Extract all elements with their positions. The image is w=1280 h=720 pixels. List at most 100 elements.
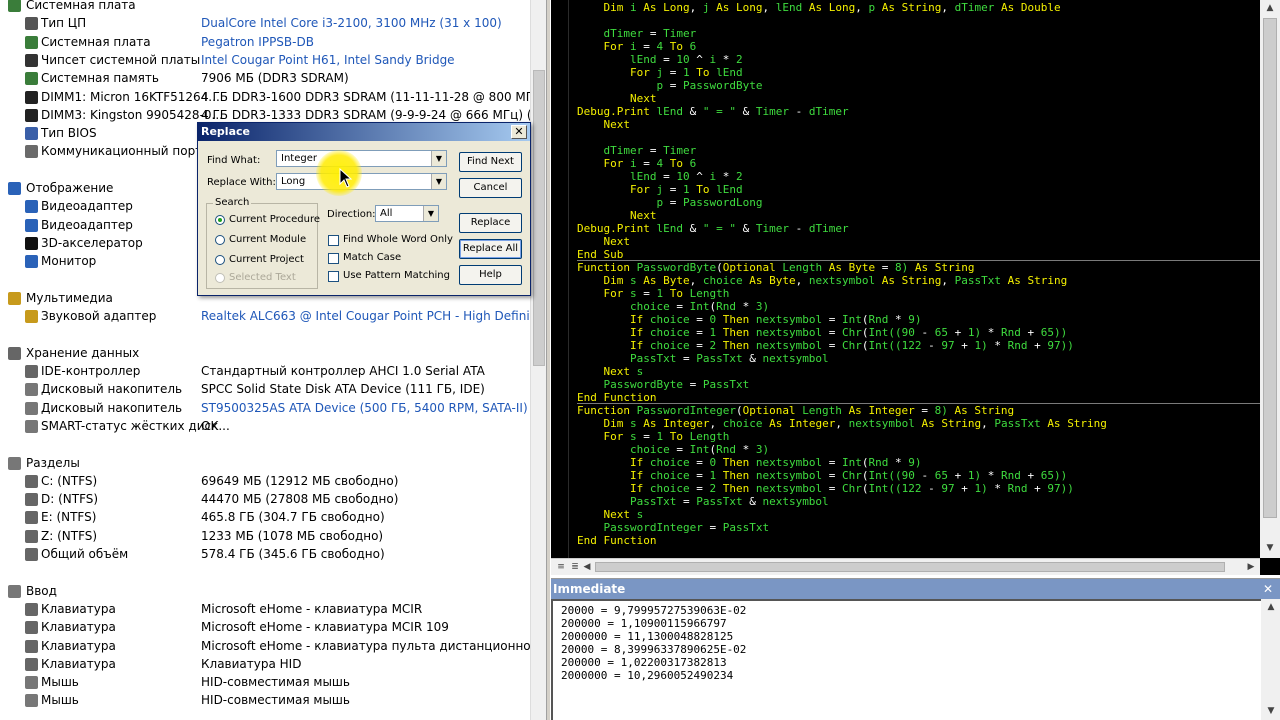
- scroll-down-arrow-icon[interactable]: ▼: [1264, 542, 1276, 554]
- code-line[interactable]: Next: [577, 118, 631, 131]
- code-line[interactable]: dTimer = Timer: [577, 27, 697, 40]
- whole-word-checkbox[interactable]: [328, 235, 339, 246]
- code-line[interactable]: If choice = 1 Then nextsymbol = Chr(Int(…: [577, 469, 1067, 482]
- info-field-link[interactable]: Realtek ALC663 @ Intel Cougar Point PCH …: [201, 309, 530, 323]
- info-panel-scroll-thumb[interactable]: [533, 70, 545, 366]
- code-line[interactable]: Next s: [577, 365, 644, 378]
- code-line[interactable]: For j = 1 To lEnd: [577, 66, 743, 79]
- code-line[interactable]: For i = 4 To 6: [577, 157, 697, 170]
- code-line[interactable]: Next: [577, 209, 657, 222]
- info-row[interactable]: Мышь HID-совместимая мышь: [0, 692, 530, 710]
- info-row[interactable]: Общий объём 578.4 ГБ (345.6 ГБ свободно): [0, 546, 530, 564]
- pattern-matching-checkbox[interactable]: [328, 271, 339, 282]
- help-button[interactable]: Help: [459, 265, 522, 285]
- info-field-link[interactable]: DualCore Intel Core i3-2100, 3100 MHz (3…: [201, 16, 502, 30]
- immediate-title-bar[interactable]: Immediate ✕: [551, 579, 1280, 599]
- info-row[interactable]: DIMM1: Micron 16KTF51264... 4 ГБ DDR3-160…: [0, 89, 530, 107]
- find-next-button[interactable]: Find Next: [459, 152, 522, 172]
- radio-current-project[interactable]: [215, 255, 225, 265]
- info-row[interactable]: Тип ЦП DualCore Intel Core i3-2100, 3100 …: [0, 15, 530, 33]
- scroll-left-arrow-icon[interactable]: ◀: [581, 561, 593, 573]
- close-icon[interactable]: ✕: [511, 125, 527, 139]
- code-line[interactable]: If choice = 0 Then nextsymbol = Int(Rnd …: [577, 313, 921, 326]
- info-row[interactable]: Системная плата Pegatron IPPSB-DB: [0, 34, 530, 52]
- info-row[interactable]: Звуковой адаптер Realtek ALC663 @ Intel C…: [0, 308, 530, 326]
- code-editor[interactable]: Dim i As Long, j As Long, lEnd As Long, …: [577, 0, 1260, 558]
- code-line[interactable]: Next: [577, 235, 631, 248]
- direction-select[interactable]: All ▼: [375, 205, 439, 222]
- code-line[interactable]: PasswordByte = PassTxt: [577, 378, 750, 391]
- chevron-down-icon[interactable]: ▼: [431, 151, 446, 166]
- info-row[interactable]: IDE-контроллер Стандартный контроллер AHC…: [0, 363, 530, 381]
- code-line[interactable]: Debug.Print lEnd & " = " & Timer - dTime…: [577, 105, 849, 118]
- code-line[interactable]: dTimer = Timer: [577, 144, 697, 157]
- code-line[interactable]: If choice = 1 Then nextsymbol = Chr(Int(…: [577, 326, 1067, 339]
- info-category[interactable]: Системная плата: [0, 0, 530, 15]
- scroll-up-arrow-icon[interactable]: ▲: [1264, 2, 1276, 14]
- find-what-combo[interactable]: Integer ▼: [276, 150, 447, 167]
- info-row[interactable]: Клавиатура Microsoft eHome - клавиатура M…: [0, 619, 530, 637]
- code-margin-indicator-bar[interactable]: [551, 0, 569, 558]
- code-line[interactable]: PassTxt = PassTxt & nextsymbol: [577, 352, 829, 365]
- cancel-button[interactable]: Cancel: [459, 178, 522, 198]
- code-line[interactable]: PasswordInteger = PassTxt: [577, 521, 770, 534]
- replace-button[interactable]: Replace: [459, 213, 522, 233]
- radio-current-procedure[interactable]: [215, 215, 225, 225]
- procedure-view-icon[interactable]: ≡: [555, 561, 567, 573]
- info-row[interactable]: Дисковый накопитель ST9500325AS ATA Devic…: [0, 400, 530, 418]
- code-line[interactable]: If choice = 2 Then nextsymbol = Chr(Int(…: [577, 339, 1074, 352]
- info-row[interactable]: E: (NTFS) 465.8 ГБ (304.7 ГБ свободно): [0, 509, 530, 527]
- code-line[interactable]: Dim i As Long, j As Long, lEnd As Long, …: [577, 1, 1061, 14]
- info-row[interactable]: D: (NTFS) 44470 МБ (27808 МБ свободно): [0, 491, 530, 509]
- code-scroll-thumb[interactable]: [1263, 18, 1277, 518]
- code-line[interactable]: Dim s As Byte, choice As Byte, nextsymbo…: [577, 274, 1068, 287]
- code-line[interactable]: choice = Int(Rnd * 3): [577, 443, 769, 456]
- code-line[interactable]: choice = Int(Rnd * 3): [577, 300, 769, 313]
- code-line[interactable]: p = PasswordLong: [577, 196, 762, 209]
- info-row[interactable]: Мышь HID-совместимая мышь: [0, 674, 530, 692]
- immediate-output[interactable]: 20000 = 9,79995727539063E-02 200000 = 1,1…: [551, 599, 1261, 720]
- info-row[interactable]: Чипсет системной платы Intel Cougar Point…: [0, 52, 530, 70]
- info-row[interactable]: C: (NTFS) 69649 МБ (12912 МБ свободно): [0, 473, 530, 491]
- code-line[interactable]: Function PasswordByte(Optional Length As…: [577, 261, 974, 274]
- code-line[interactable]: Dim s As Integer, choice As Integer, nex…: [577, 417, 1107, 430]
- info-field-link[interactable]: Intel Cougar Point H61, Intel Sandy Brid…: [201, 53, 455, 67]
- code-line[interactable]: For s = 1 To Length: [577, 430, 730, 443]
- code-line[interactable]: p = PasswordByte: [577, 79, 762, 92]
- info-field-link[interactable]: ST9500325AS ATA Device (500 ГБ, 5400 RPM…: [201, 401, 528, 415]
- close-icon[interactable]: ✕: [1261, 582, 1275, 596]
- code-line[interactable]: lEnd = 10 ^ i * 2: [577, 170, 743, 183]
- code-hscroll-thumb[interactable]: [595, 562, 1225, 572]
- code-vertical-scrollbar[interactable]: ▲ ▼: [1260, 0, 1280, 558]
- code-line[interactable]: Next s: [577, 508, 644, 521]
- info-category[interactable]: Разделы: [0, 455, 530, 473]
- code-line[interactable]: For j = 1 To lEnd: [577, 183, 743, 196]
- info-panel-scrollbar[interactable]: [530, 0, 546, 720]
- code-horizontal-scrollbar[interactable]: ≡ ≣ ◀ ▶: [551, 558, 1260, 575]
- code-line[interactable]: For i = 4 To 6: [577, 40, 697, 53]
- info-category[interactable]: Хранение данных: [0, 345, 530, 363]
- code-line[interactable]: PassTxt = PassTxt & nextsymbol: [577, 495, 829, 508]
- code-line[interactable]: Next: [577, 92, 657, 105]
- info-row[interactable]: Клавиатура Microsoft eHome - клавиатура п…: [0, 638, 530, 656]
- scroll-down-arrow-icon[interactable]: ▼: [1265, 705, 1277, 717]
- info-row[interactable]: Клавиатура Клавиатура HID: [0, 656, 530, 674]
- code-line[interactable]: Debug.Print lEnd & " = " & Timer - dTime…: [577, 222, 849, 235]
- code-line[interactable]: If choice = 2 Then nextsymbol = Chr(Int(…: [577, 482, 1074, 495]
- info-row[interactable]: Клавиатура Microsoft eHome - клавиатура M…: [0, 601, 530, 619]
- code-line[interactable]: Function PasswordInteger(Optional Length…: [577, 404, 1014, 417]
- chevron-down-icon[interactable]: ▼: [423, 206, 438, 221]
- code-line[interactable]: lEnd = 10 ^ i * 2: [577, 53, 743, 66]
- info-row[interactable]: Дисковый накопитель SPCC Solid State Disk…: [0, 381, 530, 399]
- match-case-checkbox[interactable]: [328, 253, 339, 264]
- immediate-scrollbar[interactable]: ▲ ▼: [1261, 599, 1280, 720]
- info-row[interactable]: SMART-статус жёстких диск... OK: [0, 418, 530, 436]
- full-module-view-icon[interactable]: ≣: [569, 561, 581, 573]
- code-line[interactable]: If choice = 0 Then nextsymbol = Int(Rnd …: [577, 456, 921, 469]
- info-category[interactable]: Ввод: [0, 583, 530, 601]
- code-line[interactable]: For s = 1 To Length: [577, 287, 730, 300]
- info-row[interactable]: Системная память 7906 МБ (DDR3 SDRAM): [0, 70, 530, 88]
- replace-all-button[interactable]: Replace All: [459, 239, 522, 259]
- dialog-title-bar[interactable]: Replace: [198, 123, 530, 141]
- scroll-right-arrow-icon[interactable]: ▶: [1245, 561, 1257, 573]
